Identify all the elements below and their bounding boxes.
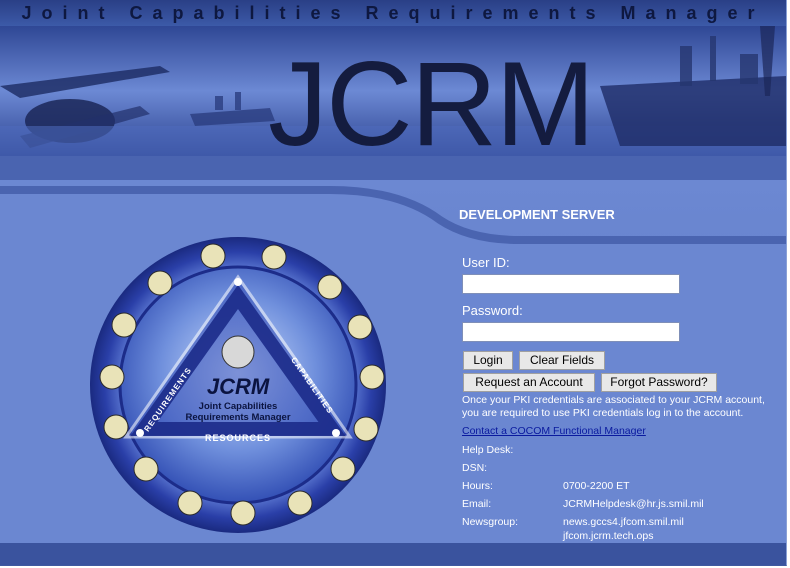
server-notice: DEVELOPMENT SERVER [459, 207, 615, 222]
login-button[interactable]: Login [463, 351, 513, 370]
pki-notice-line-2: you are required to use PKI credentials … [462, 407, 744, 419]
seal-subtitle-2: Requirements Manager [185, 412, 290, 423]
newsgroup-value-1: news.gccs4.jfcom.smil.mil [563, 516, 684, 528]
userid-input[interactable] [462, 274, 680, 294]
newsgroup-value-2: jfcom.jcrm.tech.ops [563, 530, 654, 542]
clear-fields-button[interactable]: Clear Fields [519, 351, 605, 370]
help-desk-label: Help Desk: [462, 444, 514, 456]
jcrm-logo-text: JCRM [268, 37, 595, 156]
contact-cocom-link[interactable]: Contact a COCOM Functional Manager [462, 425, 646, 437]
userid-label: User ID: [462, 255, 510, 270]
email-label: Email: [462, 498, 492, 510]
hours-value: 0700-2200 ET [563, 480, 630, 492]
seal-title: JCRM [207, 374, 270, 399]
pki-notice-line-1: Once your PKI credentials are associated… [462, 394, 765, 406]
app-title: Joint Capabilities Requirements Manager [21, 3, 765, 23]
seal-bottom-label: RESOURCES [205, 433, 271, 443]
hours-label: Hours: [462, 480, 493, 492]
email-value: JCRMHelpdesk@hr.js.smil.mil [563, 498, 704, 510]
title-bar: Joint Capabilities Requirements Manager [0, 0, 786, 26]
seal-emblem-icon: JCRM Joint Capabilities Requirements Man… [90, 237, 386, 533]
request-account-button[interactable]: Request an Account [463, 373, 595, 392]
forgot-password-button[interactable]: Forgot Password? [601, 373, 717, 392]
banner: JCRM [0, 26, 786, 156]
seal-subtitle-1: Joint Capabilities [199, 401, 278, 412]
dsn-label: DSN: [462, 462, 488, 474]
password-input[interactable] [462, 322, 680, 342]
app-window: Joint Capabilities Requirements Manager [0, 0, 790, 568]
footer-strip [0, 543, 786, 565]
newsgroup-label: Newsgroup: [462, 516, 519, 528]
password-label: Password: [462, 303, 523, 318]
